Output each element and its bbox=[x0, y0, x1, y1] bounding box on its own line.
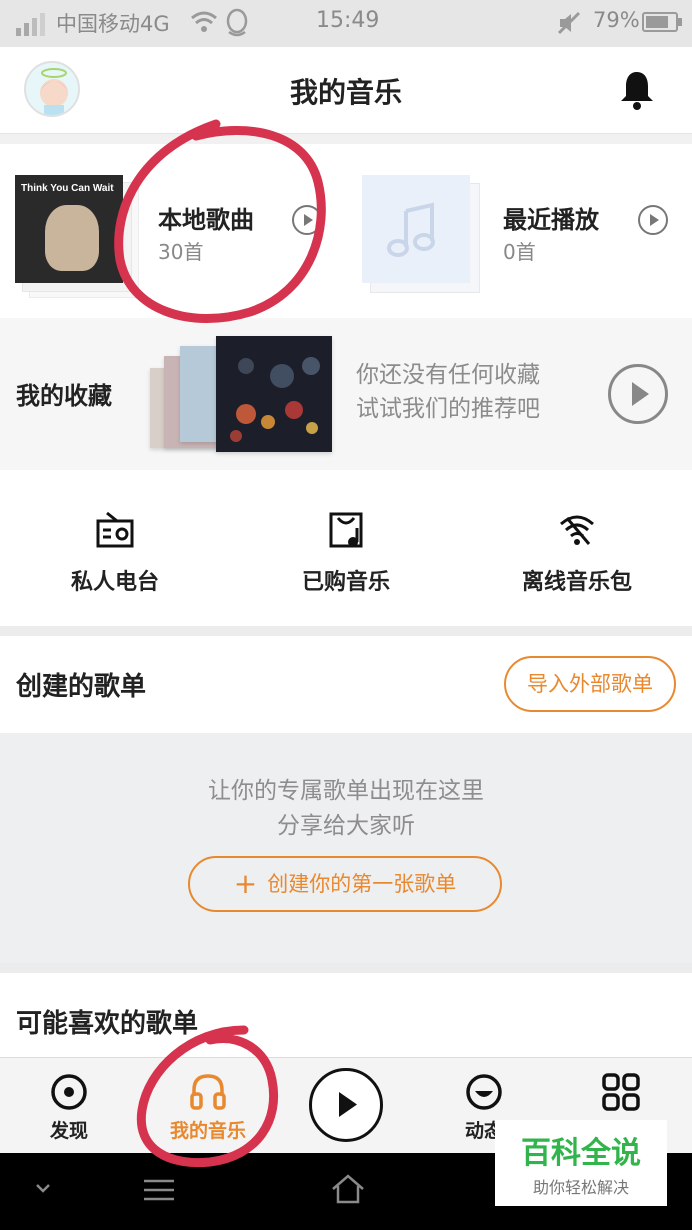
empty-message-line2: 分享给大家听 bbox=[277, 813, 415, 839]
page-title: 我的音乐 bbox=[289, 76, 402, 109]
grid-icon bbox=[602, 1073, 640, 1111]
radio-icon bbox=[96, 511, 134, 548]
created-playlists-title: 创建的歌单 bbox=[16, 672, 147, 702]
play-icon bbox=[339, 1092, 357, 1117]
now-playing-button[interactable] bbox=[309, 1068, 383, 1142]
section-divider bbox=[0, 963, 692, 973]
menu-icon[interactable] bbox=[142, 1177, 176, 1203]
play-favorites-button[interactable] bbox=[608, 364, 668, 424]
cover-text: Think You Can Wait bbox=[21, 183, 114, 194]
favorites-cover-front bbox=[216, 336, 332, 452]
clock: 15:49 bbox=[316, 8, 380, 33]
battery-cap bbox=[678, 18, 682, 26]
recent-count: 0首 bbox=[503, 240, 536, 264]
plus-icon: + bbox=[233, 867, 258, 900]
local-songs-title[interactable]: 本地歌曲 bbox=[158, 200, 254, 235]
favorites-message-line2: 试试我们的推荐吧 bbox=[356, 396, 540, 422]
smile-icon bbox=[466, 1074, 502, 1110]
purchased-music-icon bbox=[329, 512, 363, 548]
quick-action-radio[interactable]: 私人电台 bbox=[0, 510, 230, 596]
favorites-message: 你还没有任何收藏 试试我们的推荐吧 bbox=[356, 358, 540, 426]
status-bar: 中国移动4G 15:49 79% bbox=[0, 0, 692, 47]
recent-cover[interactable] bbox=[362, 175, 470, 283]
play-recent-button[interactable] bbox=[638, 205, 668, 235]
section-divider bbox=[0, 134, 692, 144]
battery-icon bbox=[642, 12, 678, 32]
battery-percent: 79% bbox=[593, 8, 640, 32]
watermark-subtitle: 助你轻松解决 bbox=[532, 1178, 629, 1197]
empty-playlists-panel: 让你的专属歌单出现在这里 分享给大家听 + 创建你的第一张歌单 bbox=[0, 733, 692, 963]
local-songs-count: 30首 bbox=[158, 240, 204, 264]
create-playlist-label: 创建你的第一张歌单 bbox=[267, 872, 457, 896]
play-icon bbox=[650, 214, 659, 226]
wifi-icon bbox=[191, 11, 217, 32]
quick-action-purchased[interactable]: 已购音乐 bbox=[231, 510, 461, 596]
cover-portrait bbox=[45, 205, 99, 271]
play-icon bbox=[304, 214, 313, 226]
bell-icon[interactable] bbox=[618, 69, 656, 111]
mute-icon bbox=[557, 11, 581, 35]
empty-message-line1: 让你的专属歌单出现在这里 bbox=[208, 778, 484, 804]
chevron-down-icon[interactable] bbox=[34, 1181, 52, 1195]
home-icon[interactable] bbox=[330, 1173, 366, 1205]
qq-icon bbox=[226, 8, 248, 37]
watermark-title: 百科全说 bbox=[521, 1136, 641, 1171]
bokeh-image bbox=[216, 336, 332, 452]
carrier-label: 中国移动4G bbox=[56, 12, 170, 36]
nav-label: 我的音乐 bbox=[169, 1120, 246, 1142]
discover-icon bbox=[51, 1074, 87, 1110]
headphones-icon bbox=[190, 1074, 226, 1110]
watermark-logo: 百科全说 助你轻松解决 bbox=[495, 1120, 667, 1206]
favorites-label: 我的收藏 bbox=[16, 382, 112, 410]
quick-action-label: 私人电台 bbox=[70, 570, 159, 595]
create-playlist-button[interactable]: + 创建你的第一张歌单 bbox=[188, 856, 502, 912]
play-icon bbox=[632, 382, 649, 406]
recent-title[interactable]: 最近播放 bbox=[503, 200, 599, 235]
nav-discover[interactable]: 发现 bbox=[9, 1058, 129, 1154]
nav-my-music[interactable]: 我的音乐 bbox=[148, 1058, 268, 1154]
favorites-panel[interactable]: 我的收藏 你还没有任何收藏 试试我们的推荐吧 bbox=[0, 318, 692, 470]
local-songs-cover[interactable]: Think You Can Wait bbox=[15, 175, 123, 283]
signal-icon bbox=[16, 13, 45, 36]
quick-action-offline[interactable]: 离线音乐包 bbox=[462, 510, 692, 596]
play-local-button[interactable] bbox=[292, 205, 322, 235]
offline-package-icon bbox=[560, 515, 594, 545]
liked-playlists-title: 可能喜欢的歌单 bbox=[16, 1009, 199, 1039]
favorites-message-line1: 你还没有任何收藏 bbox=[356, 362, 540, 388]
quick-action-label: 离线音乐包 bbox=[521, 570, 632, 595]
section-divider bbox=[0, 626, 692, 636]
import-playlist-button[interactable]: 导入外部歌单 bbox=[504, 656, 676, 712]
nav-label: 发现 bbox=[49, 1120, 88, 1142]
music-note-icon bbox=[387, 202, 435, 257]
top-header: 我的音乐 bbox=[0, 47, 692, 134]
quick-action-label: 已购音乐 bbox=[301, 570, 390, 595]
